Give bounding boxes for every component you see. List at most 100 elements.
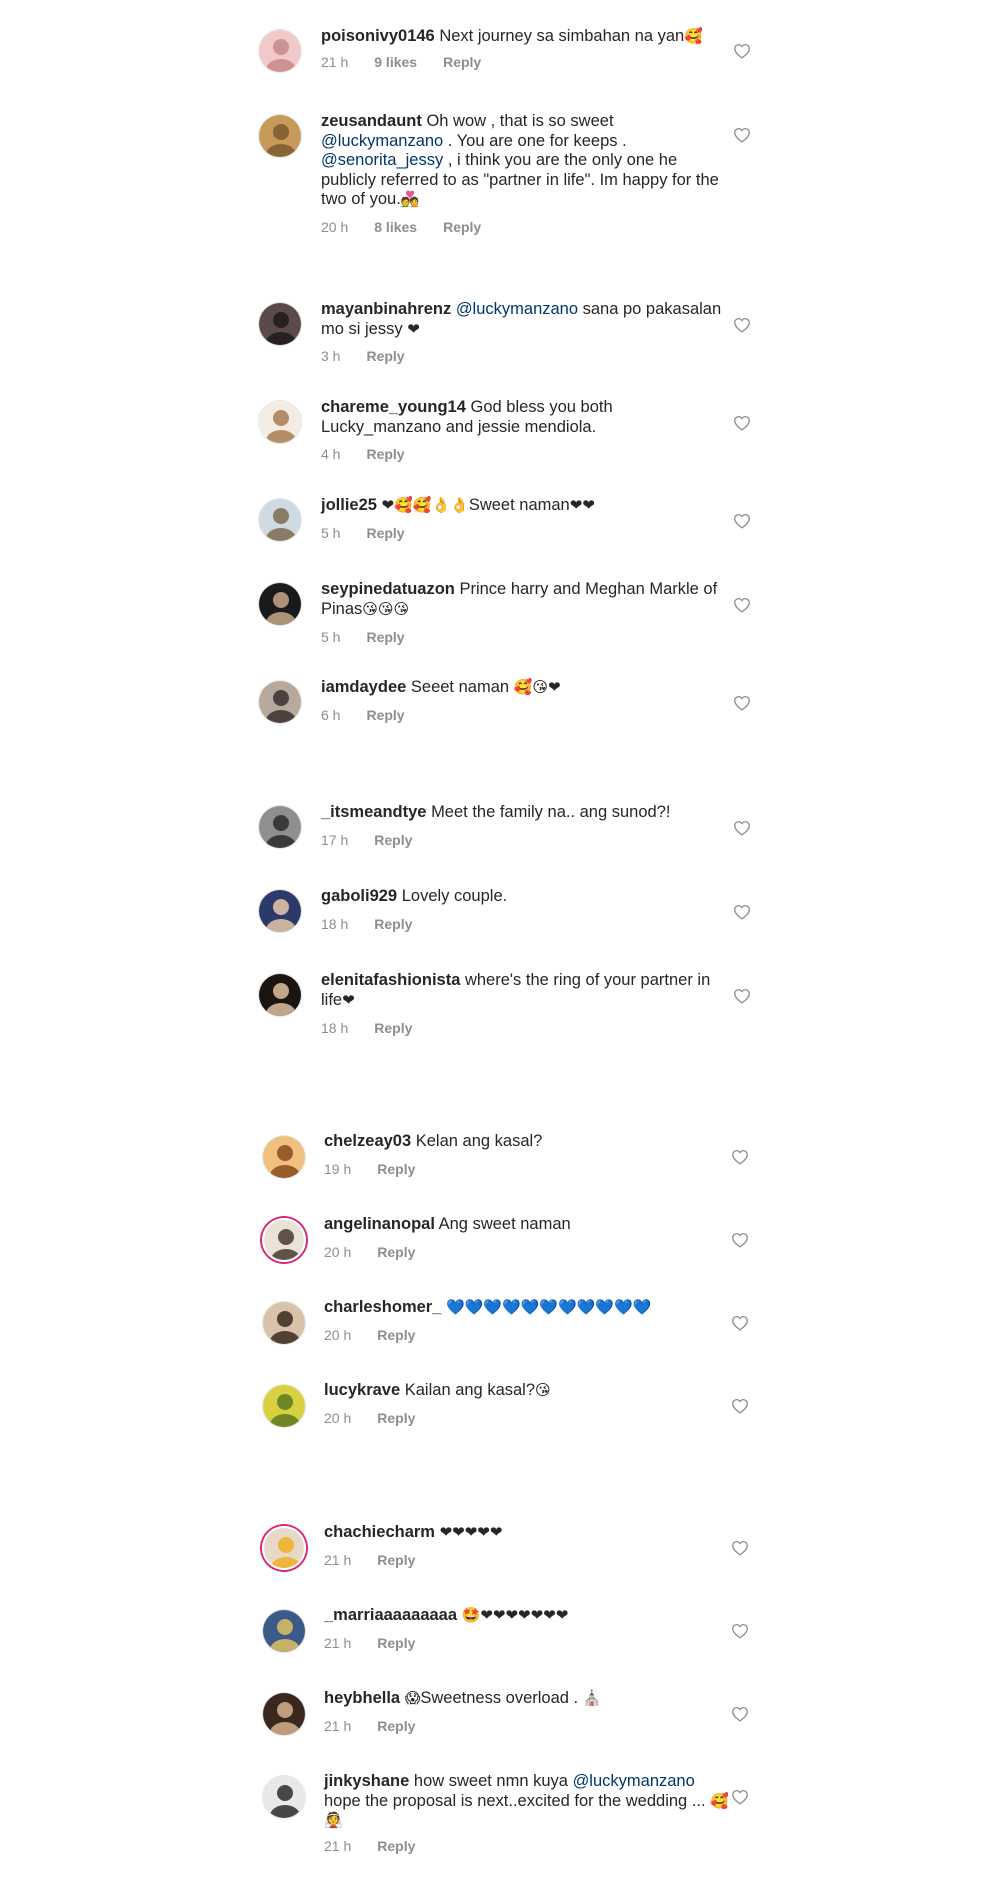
comment-meta: 21 h Reply [324, 1837, 415, 1855]
emoji: 💑 [400, 190, 420, 208]
reply-button[interactable]: Reply [443, 219, 481, 235]
timestamp: 6 h [321, 707, 341, 723]
comment-body: how sweet nmn kuya [413, 1772, 573, 1790]
avatar[interactable] [258, 302, 302, 346]
timestamp: 20 h [324, 1410, 352, 1426]
avatar[interactable] [258, 889, 302, 933]
heart-outline-icon[interactable] [733, 127, 751, 143]
avatar[interactable] [262, 1526, 306, 1570]
comment-body: Kailan ang kasal? [404, 1381, 536, 1399]
timestamp: 17 h [321, 832, 349, 848]
mention-link[interactable]: @luckymanzano [321, 132, 443, 150]
heart-outline-icon[interactable] [731, 1623, 749, 1639]
reply-button[interactable]: Reply [377, 1327, 415, 1343]
emoji: ⛪ [582, 1689, 602, 1707]
heart-outline-icon[interactable] [733, 317, 751, 333]
heart-outline-icon[interactable] [731, 1789, 749, 1805]
username-link[interactable]: zeusandaunt [321, 112, 422, 130]
reply-button[interactable]: Reply [377, 1244, 415, 1260]
avatar[interactable] [258, 805, 302, 849]
reply-button[interactable]: Reply [374, 916, 412, 932]
heart-outline-icon[interactable] [731, 1149, 749, 1165]
reply-button[interactable]: Reply [366, 348, 404, 364]
username-link[interactable]: jinkyshane [324, 1772, 409, 1790]
username-link[interactable]: charleshomer_ [324, 1298, 441, 1316]
heart-outline-icon[interactable] [731, 1315, 749, 1331]
reply-button[interactable]: Reply [377, 1635, 415, 1651]
heart-outline-icon[interactable] [733, 695, 751, 711]
heart-outline-icon[interactable] [733, 415, 751, 431]
username-link[interactable]: iamdaydee [321, 678, 406, 696]
avatar[interactable] [258, 498, 302, 542]
heart-outline-icon[interactable] [733, 43, 751, 59]
emoji: ❤❤ [569, 496, 595, 514]
reply-button[interactable]: Reply [366, 629, 404, 645]
reply-button[interactable]: Reply [374, 1020, 412, 1036]
mention-link[interactable]: @senorita_jessy [321, 151, 443, 169]
avatar[interactable] [258, 973, 302, 1017]
heart-outline-icon[interactable] [731, 1398, 749, 1414]
username-link[interactable]: lucykrave [324, 1381, 400, 1399]
heart-outline-icon[interactable] [733, 513, 751, 529]
emoji: ❤🥰🥰👌👌 [381, 496, 469, 514]
username-link[interactable]: elenitafashionista [321, 971, 460, 989]
timestamp: 4 h [321, 446, 341, 462]
comment-text: angelinanopal Ang sweet naman [324, 1215, 729, 1235]
mention-link[interactable]: @luckymanzano [573, 1772, 695, 1790]
avatar[interactable] [262, 1609, 306, 1653]
username-link[interactable]: heybhella [324, 1689, 400, 1707]
username-link[interactable]: chelzeay03 [324, 1132, 411, 1150]
reply-button[interactable]: Reply [366, 446, 404, 462]
heart-outline-icon[interactable] [733, 988, 751, 1004]
username-link[interactable]: poisonivy0146 [321, 27, 435, 45]
comment-body: Sweet naman [468, 496, 570, 514]
avatar[interactable] [262, 1135, 306, 1179]
avatar[interactable] [262, 1384, 306, 1428]
comment-body: Next journey sa simbahan na yan [439, 27, 685, 45]
reply-button[interactable]: Reply [377, 1552, 415, 1568]
mention-link[interactable]: @luckymanzano [456, 300, 578, 318]
heart-outline-icon[interactable] [733, 904, 751, 920]
comment-body: Seeet naman [410, 678, 514, 696]
reply-button[interactable]: Reply [377, 1161, 415, 1177]
reply-button[interactable]: Reply [366, 525, 404, 541]
comment-meta: 20 h 8 likes Reply [321, 218, 481, 236]
heart-outline-icon[interactable] [733, 820, 751, 836]
likes-count[interactable]: 8 likes [374, 219, 417, 235]
username-link[interactable]: mayanbinahrenz [321, 300, 451, 318]
username-link[interactable]: angelinanopal [324, 1215, 435, 1233]
heart-outline-icon[interactable] [731, 1706, 749, 1722]
avatar[interactable] [262, 1692, 306, 1736]
username-link[interactable]: jollie25 [321, 496, 377, 514]
reply-button[interactable]: Reply [443, 54, 481, 70]
emoji: ❤❤❤❤❤ [439, 1523, 503, 1541]
timestamp: 21 h [324, 1718, 352, 1734]
reply-button[interactable]: Reply [377, 1838, 415, 1854]
avatar[interactable] [258, 114, 302, 158]
heart-outline-icon[interactable] [731, 1232, 749, 1248]
likes-count[interactable]: 9 likes [374, 54, 417, 70]
timestamp: 18 h [321, 916, 349, 932]
heart-outline-icon[interactable] [731, 1540, 749, 1556]
reply-button[interactable]: Reply [374, 832, 412, 848]
reply-button[interactable]: Reply [377, 1410, 415, 1426]
avatar[interactable] [258, 29, 302, 73]
username-link[interactable]: gaboli929 [321, 887, 397, 905]
avatar[interactable] [258, 582, 302, 626]
heart-outline-icon[interactable] [733, 597, 751, 613]
reply-button[interactable]: Reply [366, 707, 404, 723]
username-link[interactable]: seypinedatuazon [321, 580, 455, 598]
avatar[interactable] [258, 400, 302, 444]
comment-body: Kelan ang kasal? [415, 1132, 543, 1150]
username-link[interactable]: chachiecharm [324, 1523, 435, 1541]
username-link[interactable]: _marriaaaaaaaaa [324, 1606, 457, 1624]
avatar[interactable] [258, 680, 302, 724]
emoji: ❤ [407, 319, 420, 338]
comment-text: seypinedatuazon Prince harry and Meghan … [321, 580, 726, 619]
avatar[interactable] [262, 1775, 306, 1819]
username-link[interactable]: _itsmeandtye [321, 803, 426, 821]
username-link[interactable]: chareme_young14 [321, 398, 466, 416]
avatar[interactable] [262, 1301, 306, 1345]
reply-button[interactable]: Reply [377, 1718, 415, 1734]
avatar[interactable] [262, 1218, 306, 1262]
